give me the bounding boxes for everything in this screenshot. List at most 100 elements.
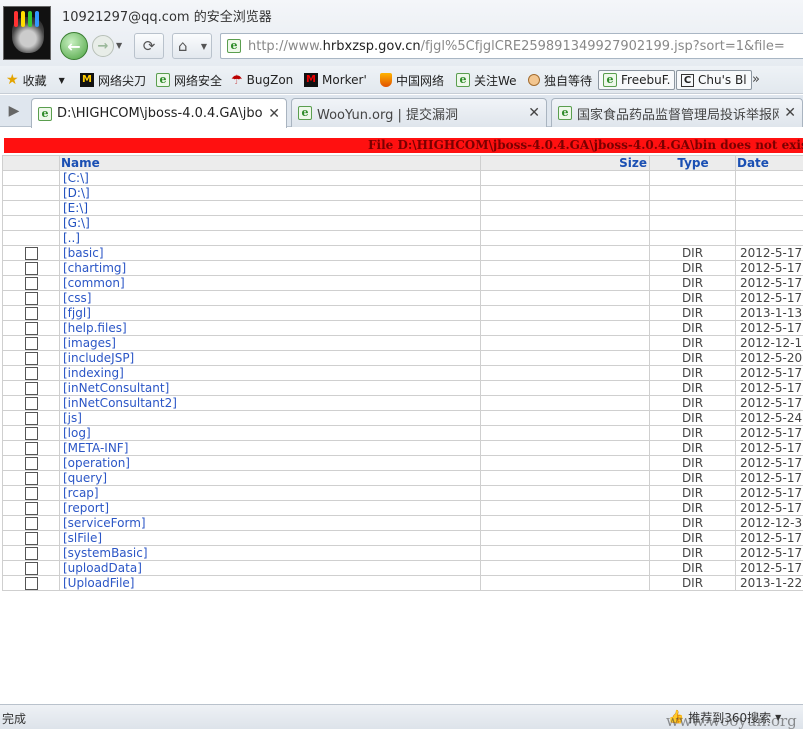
name-cell: [common] <box>59 275 481 291</box>
directory-link[interactable]: [slFile] <box>61 532 102 545</box>
directory-link[interactable]: [chartimg] <box>61 262 126 275</box>
favorite-item-wangluoanquan[interactable]: e 网络安全 <box>156 70 222 90</box>
name-column-header[interactable]: Name <box>59 155 481 171</box>
type-cell: DIR <box>649 335 736 351</box>
directory-link[interactable]: [log] <box>61 427 91 440</box>
back-button[interactable]: ← <box>60 32 88 60</box>
type-cell: DIR <box>649 545 736 561</box>
favorite-item-morker[interactable]: M Morker' <box>304 70 367 90</box>
empty-cell <box>735 200 803 216</box>
directory-link[interactable]: [serviceForm] <box>61 517 146 530</box>
directory-link[interactable]: [inNetConsultant2] <box>61 397 177 410</box>
drive-cell: [G:\] <box>59 215 481 231</box>
name-cell: [basic] <box>59 245 481 261</box>
user-avatar[interactable] <box>3 6 51 60</box>
directory-link[interactable]: [images] <box>61 337 116 350</box>
empty-cell <box>480 170 650 186</box>
checkbox-cell <box>2 425 60 441</box>
directory-link[interactable]: [js] <box>61 412 82 425</box>
row-checkbox[interactable] <box>24 276 38 290</box>
directory-link[interactable]: [UploadFile] <box>61 577 135 590</box>
directory-link[interactable]: [includeJSP] <box>61 352 134 365</box>
home-button[interactable]: ⌂ ▼ <box>172 33 212 59</box>
date-column-header[interactable]: Date <box>735 155 803 171</box>
directory-link[interactable]: [css] <box>61 292 91 305</box>
row-checkbox[interactable] <box>24 546 38 560</box>
tab-jboss-directory[interactable]: e D:\HIGHCOM\jboss-4.0.4.GA\jbos... ✕ <box>31 98 287 128</box>
directory-link[interactable]: [fjgl] <box>61 307 91 320</box>
directory-link[interactable]: [report] <box>61 502 109 515</box>
row-checkbox[interactable] <box>24 576 38 590</box>
name-cell: [query] <box>59 470 481 486</box>
type-cell: DIR <box>649 290 736 306</box>
row-checkbox[interactable] <box>24 261 38 275</box>
row-checkbox[interactable] <box>24 321 38 335</box>
directory-link[interactable]: [query] <box>61 472 107 485</box>
favorite-item-wangluojiandao[interactable]: M 网络尖刀 <box>80 70 146 90</box>
row-checkbox[interactable] <box>24 336 38 350</box>
refresh-button[interactable]: ⟳ <box>134 33 164 59</box>
size-column-header[interactable]: Size <box>480 155 650 171</box>
refresh-icon: ⟳ <box>142 37 156 55</box>
address-bar[interactable]: e http://www.hrbxzsp.gov.cn/fjgl%5CfjglC… <box>220 33 803 59</box>
more-favorites-button[interactable]: » <box>752 72 760 87</box>
name-cell: [slFile] <box>59 530 481 546</box>
favorite-item-guanzhu[interactable]: e 关注We <box>456 70 517 90</box>
row-checkbox[interactable] <box>24 366 38 380</box>
directory-link[interactable]: [rcap] <box>61 487 99 500</box>
drive-link[interactable]: [E:\] <box>61 202 88 215</box>
url-text[interactable]: http://www.hrbxzsp.gov.cn/fjgl%5CfjglCRE… <box>248 39 785 54</box>
table-row: [common] DIR 2012-5-17 <box>2 275 803 291</box>
row-checkbox[interactable] <box>24 246 38 260</box>
history-dropdown-icon[interactable]: ▼ <box>116 41 122 50</box>
tab-wooyun[interactable]: e WooYun.org | 提交漏洞 ✕ <box>291 98 547 127</box>
row-checkbox[interactable] <box>24 561 38 575</box>
close-icon[interactable]: ✕ <box>528 105 540 121</box>
type-cell: DIR <box>649 485 736 501</box>
close-icon[interactable]: ✕ <box>784 105 796 121</box>
favorite-item-freebuf[interactable]: e FreebuF. <box>598 70 676 90</box>
directory-link[interactable]: [basic] <box>61 247 104 260</box>
row-checkbox[interactable] <box>24 351 38 365</box>
date-cell: 2013-1-22 <box>735 575 803 591</box>
directory-link[interactable]: [operation] <box>61 457 130 470</box>
favorite-item-chus-blog[interactable]: C Chu's Bl <box>676 70 752 90</box>
row-checkbox[interactable] <box>24 291 38 305</box>
directory-link[interactable]: [systemBasic] <box>61 547 148 560</box>
row-checkbox[interactable] <box>24 531 38 545</box>
favorite-item-zhongguowangluo[interactable]: 中国网络 <box>380 70 444 90</box>
directory-link[interactable]: [inNetConsultant] <box>61 382 169 395</box>
date-cell: 2012-5-17 <box>735 245 803 261</box>
drive-link[interactable]: [D:\] <box>61 187 90 200</box>
drive-link[interactable]: [..] <box>61 232 80 245</box>
directory-link[interactable]: [indexing] <box>61 367 124 380</box>
row-checkbox[interactable] <box>24 471 38 485</box>
table-row: [chartimg] DIR 2012-5-17 <box>2 260 803 276</box>
directory-link[interactable]: [uploadData] <box>61 562 142 575</box>
row-checkbox[interactable] <box>24 396 38 410</box>
row-checkbox[interactable] <box>24 411 38 425</box>
row-checkbox[interactable] <box>24 516 38 530</box>
drive-link[interactable]: [G:\] <box>61 217 90 230</box>
directory-link[interactable]: [common] <box>61 277 125 290</box>
row-checkbox[interactable] <box>24 486 38 500</box>
directory-link[interactable]: [META-INF] <box>61 442 128 455</box>
favorite-item-duzidengdai[interactable]: 独自等待 <box>528 70 592 90</box>
row-checkbox[interactable] <box>24 381 38 395</box>
type-column-header[interactable]: Type <box>649 155 736 171</box>
tab-sfda-complaint[interactable]: e 国家食品药品监督管理局投诉举报网... ✕ <box>551 98 803 127</box>
favorites-menu[interactable]: ★ 收藏 ▼ <box>6 70 65 90</box>
row-checkbox[interactable] <box>24 441 38 455</box>
forward-button[interactable]: → <box>92 35 114 57</box>
directory-link[interactable]: [help.files] <box>61 322 127 335</box>
close-icon[interactable]: ✕ <box>268 106 280 122</box>
row-checkbox[interactable] <box>24 501 38 515</box>
row-checkbox[interactable] <box>24 456 38 470</box>
row-checkbox[interactable] <box>24 306 38 320</box>
drive-link[interactable]: [C:\] <box>61 172 89 185</box>
checkbox-cell <box>2 410 60 426</box>
row-checkbox[interactable] <box>24 426 38 440</box>
sidebar-toggle-button[interactable]: ▶ <box>0 97 28 125</box>
favorite-label: 网络尖刀 <box>98 73 147 88</box>
favorite-item-bugzon[interactable]: ☂ BugZon <box>231 70 293 90</box>
